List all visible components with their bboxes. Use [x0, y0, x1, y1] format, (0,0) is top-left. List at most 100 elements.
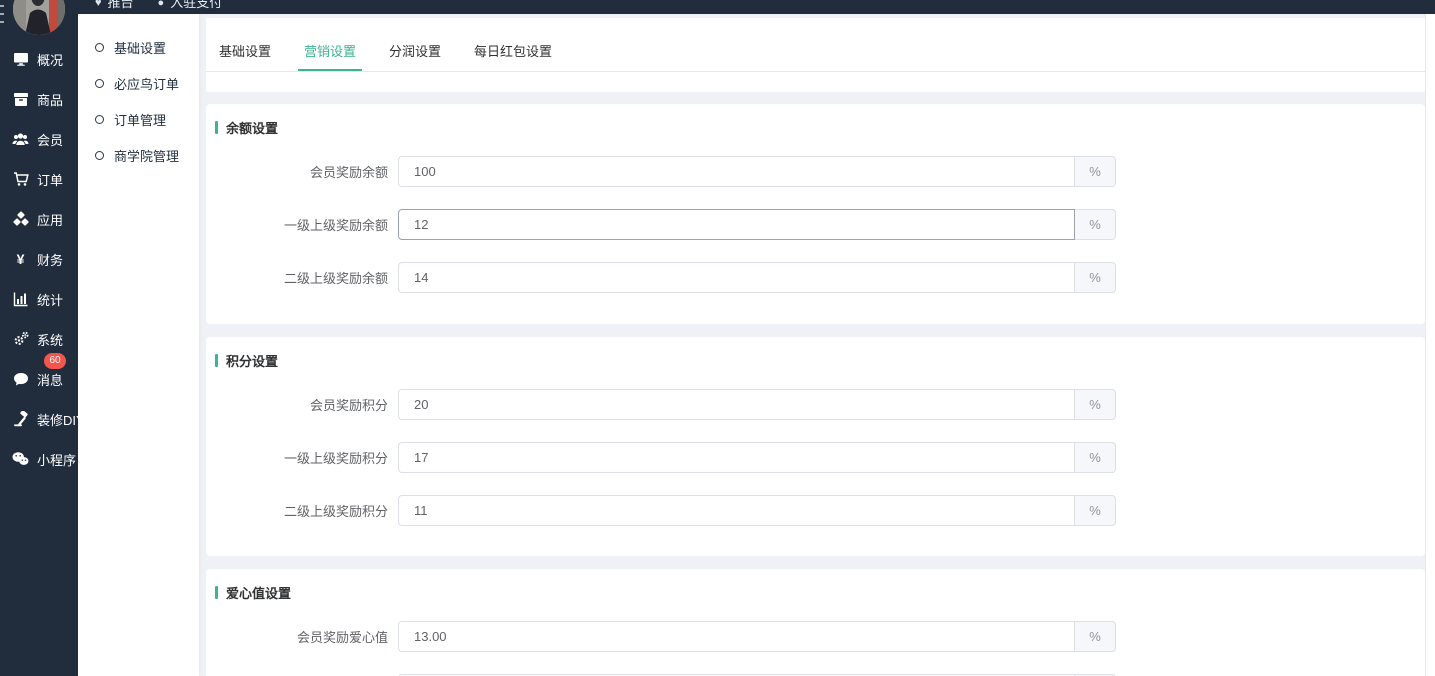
tab-redpacket-settings[interactable]: 每日红包设置	[468, 41, 558, 71]
level2-reward-points-input[interactable]	[398, 495, 1075, 526]
subnav-item-label: 订单管理	[114, 110, 166, 129]
input-group: %	[398, 495, 1116, 526]
level2-reward-balance-input[interactable]	[398, 262, 1075, 293]
form-field-row: 二级上级奖励余额 %	[206, 262, 1425, 293]
section-love-value-settings: 爱心值设置 会员奖励爱心值 %	[206, 569, 1425, 676]
sidebar-item-apps[interactable]: 应用	[0, 199, 78, 239]
field-label: 会员奖励爱心值	[206, 627, 388, 646]
scrollbar[interactable]	[1425, 14, 1435, 676]
sidebar-item-orders[interactable]: 订单	[0, 159, 78, 199]
member-reward-points-input[interactable]	[398, 389, 1075, 420]
sidebar-item-label: 概况	[37, 50, 63, 69]
sidebar-item-label: 消息	[37, 370, 63, 389]
circle-icon	[95, 79, 104, 88]
topbar-item-platform[interactable]: ♥ 推台	[95, 0, 134, 13]
section-header: 积分设置	[206, 354, 1425, 367]
percent-suffix: %	[1075, 495, 1116, 526]
sidebar-item-goods[interactable]: 商品	[0, 79, 78, 119]
percent-suffix: %	[1075, 621, 1116, 652]
spacer	[206, 324, 1425, 337]
sidebar-item-overview[interactable]: 概况	[0, 39, 78, 79]
topbar-items: ♥ 推台 ● 入驻支付	[95, 0, 1435, 13]
section-title: 余额设置	[226, 118, 278, 137]
sidebar-item-messages[interactable]: 消息 60	[0, 359, 78, 399]
circle-icon	[95, 43, 104, 52]
sidebar-item-label: 小程序	[37, 450, 76, 469]
comment-icon	[12, 371, 29, 387]
gears-icon	[12, 331, 29, 347]
edge-menu-icon[interactable]	[0, 5, 5, 29]
sidebar-item-stats[interactable]: 统计	[0, 279, 78, 319]
sidebar-item-label: 装修DIY	[37, 410, 85, 429]
sidebar-item-label: 商品	[37, 90, 63, 109]
sidebar-item-label: 应用	[37, 210, 63, 229]
subnav-item-business-school[interactable]: 商学院管理	[78, 137, 199, 173]
main-content: 基础设置 营销设置 分润设置 每日红包设置 余额设置 会员奖励余额 %	[199, 14, 1435, 676]
input-group: %	[398, 442, 1116, 473]
field-label: 一级上级奖励余额	[206, 215, 388, 234]
section-title: 爱心值设置	[226, 583, 291, 602]
input-group: %	[398, 156, 1116, 187]
sidebar-item-members[interactable]: 会员	[0, 119, 78, 159]
level1-reward-points-input[interactable]	[398, 442, 1075, 473]
wechat-icon	[12, 451, 29, 467]
field-label: 二级上级奖励积分	[206, 501, 388, 520]
form-field-row: 会员奖励积分 %	[206, 389, 1425, 420]
form-field-row: 会员奖励余额 %	[206, 156, 1425, 187]
sidebar-item-decorate-diy[interactable]: 装修DIY	[0, 399, 78, 439]
sidebar-item-system[interactable]: 系统	[0, 319, 78, 359]
sidebar-nav: 概况 商品 会员 订单 应用 ¥	[0, 39, 78, 479]
input-group: %	[398, 209, 1116, 240]
member-reward-love-input[interactable]	[398, 621, 1075, 652]
tabs-row: 基础设置 营销设置 分润设置 每日红包设置	[213, 18, 1425, 71]
circle-icon	[95, 151, 104, 160]
sidebar-item-miniprogram[interactable]: 小程序	[0, 439, 78, 479]
sidebar: 概况 商品 会员 订单 应用 ¥	[0, 0, 78, 676]
sidebar-item-label: 会员	[37, 130, 63, 149]
cubes-icon	[12, 211, 29, 227]
subnav-item-basic-settings[interactable]: 基础设置	[78, 29, 199, 65]
tab-basic-settings[interactable]: 基础设置	[213, 41, 277, 71]
sidebar-item-finance[interactable]: ¥ 财务	[0, 239, 78, 279]
topbar-item-label: 推台	[108, 0, 134, 13]
topbar: ♥ 推台 ● 入驻支付	[0, 0, 1435, 14]
topbar-item-label: 入驻支付	[170, 0, 222, 13]
sidebar-item-label: 订单	[37, 170, 63, 189]
unread-badge: 60	[44, 353, 66, 369]
field-label: 会员奖励积分	[206, 395, 388, 414]
chart-bar-icon	[12, 291, 29, 307]
tab-profit-settings[interactable]: 分润设置	[383, 41, 447, 71]
cart-icon	[12, 171, 29, 187]
form-field-row: 一级上级奖励余额 %	[206, 209, 1425, 240]
subnav-item-label: 基础设置	[114, 38, 166, 57]
sidebar-item-label: 系统	[37, 330, 63, 349]
section-accent-bar	[215, 586, 218, 599]
input-group: %	[398, 262, 1116, 293]
tab-marketing-settings[interactable]: 营销设置	[298, 41, 362, 71]
section-balance-settings: 余额设置 会员奖励余额 % 一级上级奖励余额 % 二级上级奖励余额	[206, 104, 1425, 324]
section-accent-bar	[215, 121, 218, 134]
section-accent-bar	[215, 354, 218, 367]
input-group: %	[398, 621, 1116, 652]
form-field-row: 二级上级奖励积分 %	[206, 495, 1425, 526]
level1-reward-balance-input[interactable]	[398, 209, 1075, 240]
percent-suffix: %	[1075, 389, 1116, 420]
spacer	[206, 92, 1425, 104]
percent-suffix: %	[1075, 156, 1116, 187]
percent-suffix: %	[1075, 442, 1116, 473]
subnav-item-order-management[interactable]: 订单管理	[78, 101, 199, 137]
subnav-item-biyingbird-orders[interactable]: 必应鸟订单	[78, 65, 199, 101]
member-reward-balance-input[interactable]	[398, 156, 1075, 187]
secondary-sidebar: 基础设置 必应鸟订单 订单管理 商学院管理	[78, 14, 199, 676]
divider	[206, 71, 1425, 72]
tab-bar: 基础设置 营销设置 分润设置 每日红包设置	[206, 18, 1425, 92]
form-field-row: 会员奖励爱心值 %	[206, 621, 1425, 652]
topbar-item-payment[interactable]: ● 入驻支付	[158, 0, 223, 13]
avatar[interactable]	[13, 0, 65, 35]
percent-suffix: %	[1075, 262, 1116, 293]
spacer	[206, 556, 1425, 569]
field-label: 一级上级奖励积分	[206, 448, 388, 467]
field-label: 二级上级奖励余额	[206, 268, 388, 287]
gavel-icon	[12, 411, 29, 427]
input-group: %	[398, 389, 1116, 420]
